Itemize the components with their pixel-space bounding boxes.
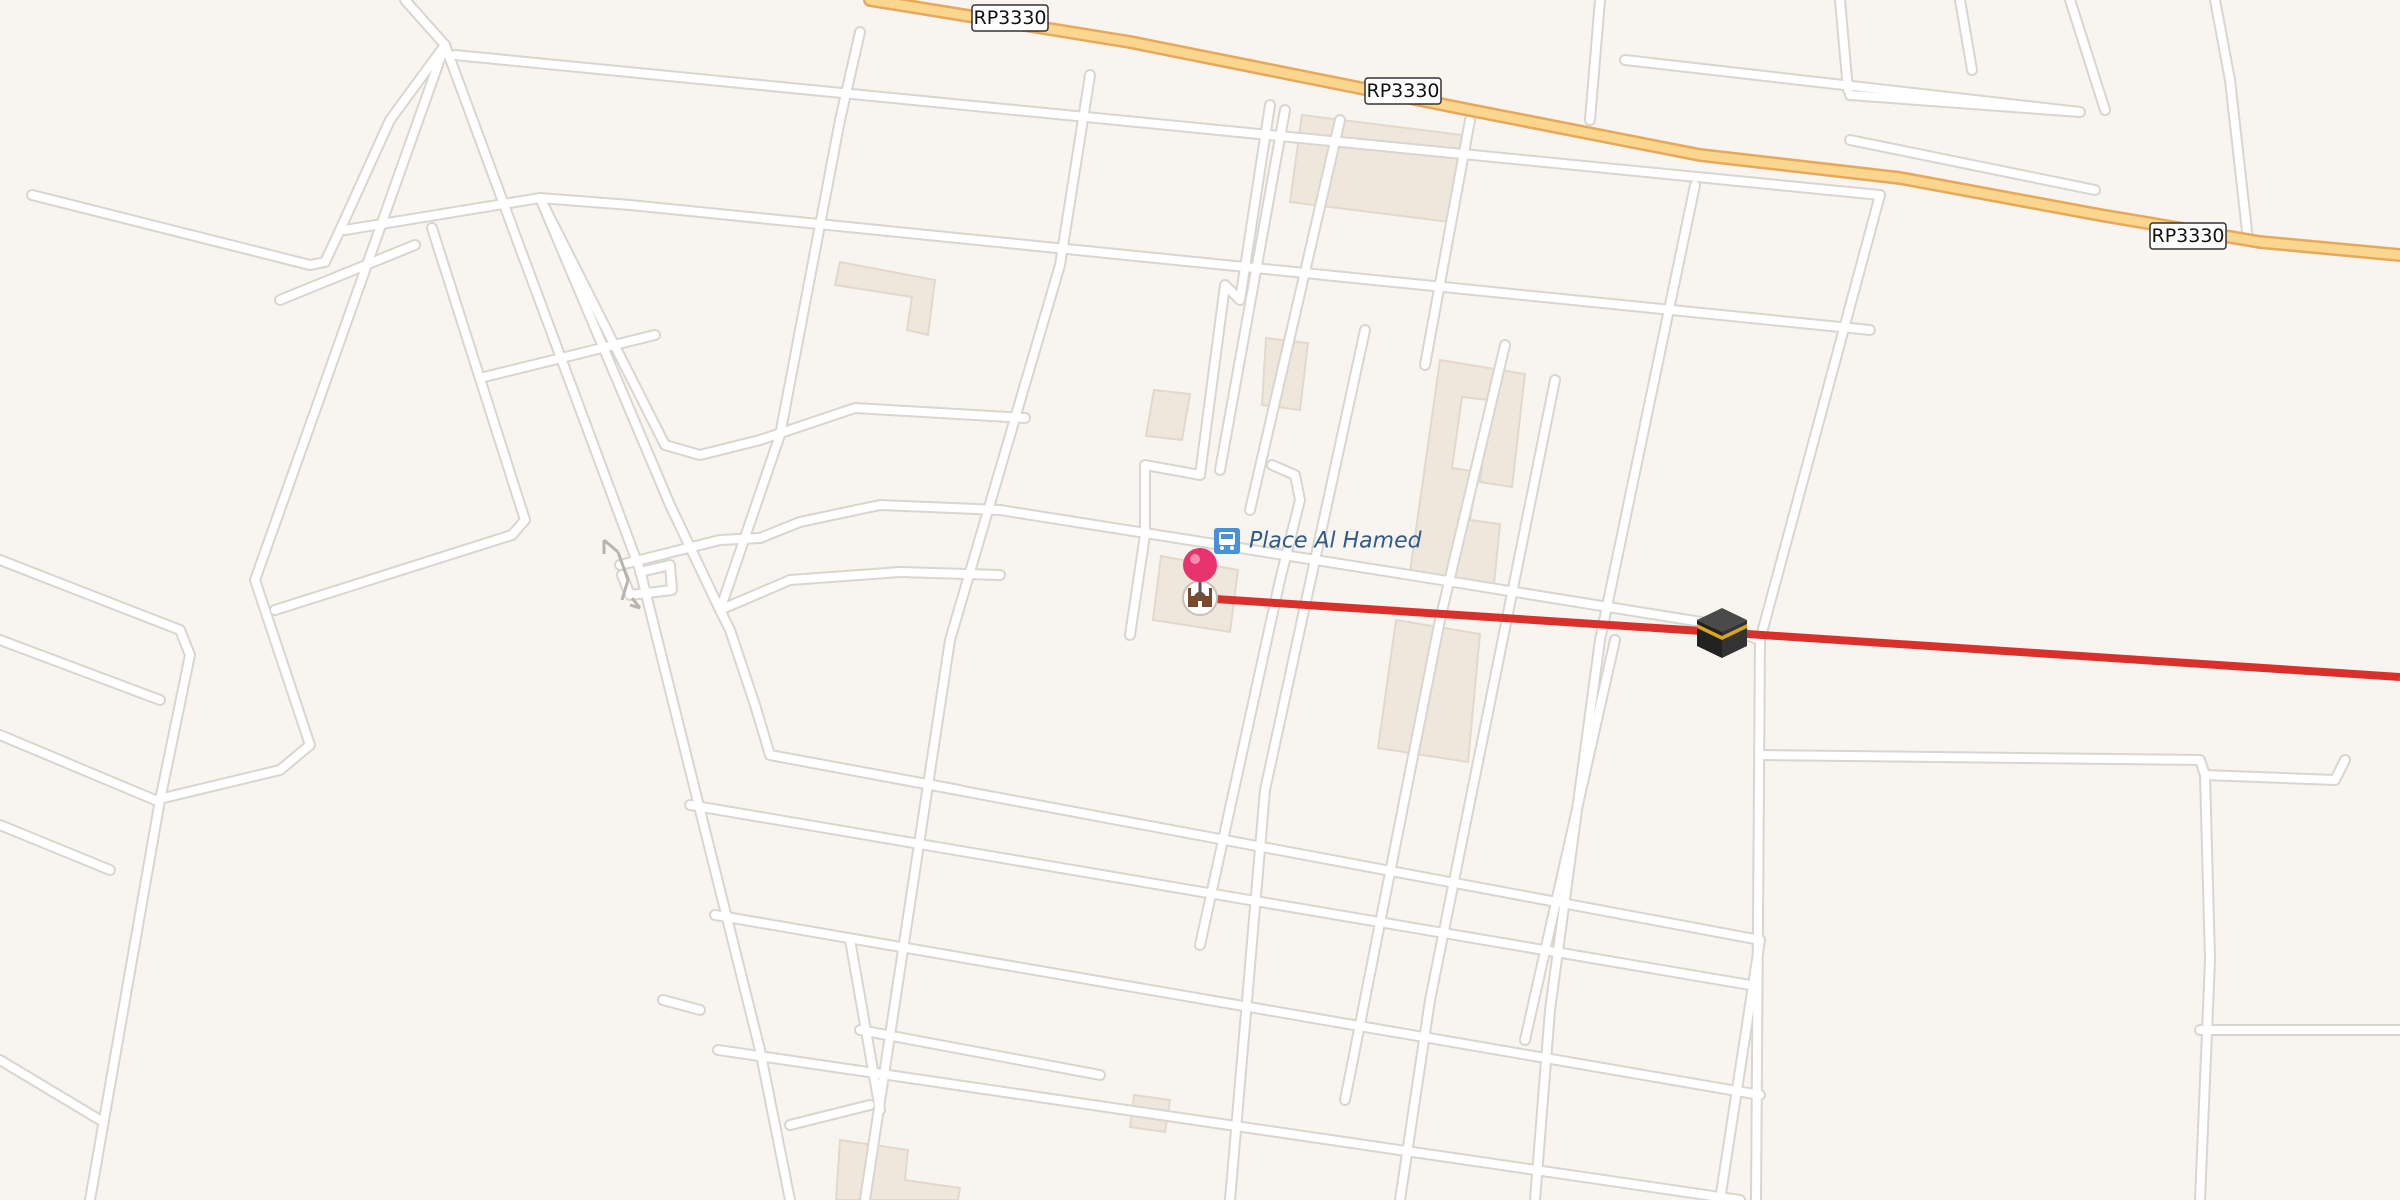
bus-stop-label: Place Al Hamed — [1249, 529, 1423, 554]
map-canvas[interactable]: RP3330 RP3330 RP3330 Place Al Hamed — [0, 0, 2400, 1200]
svg-text:RP3330: RP3330 — [973, 7, 1046, 29]
bus-stop-icon — [1214, 528, 1240, 554]
road-shield: RP3330 — [971, 4, 1049, 32]
road-shield: RP3330 — [1364, 77, 1442, 105]
svg-text:RP3330: RP3330 — [1366, 80, 1439, 102]
road-shield: RP3330 — [2149, 222, 2227, 250]
building — [1144, 388, 1192, 442]
svg-text:RP3330: RP3330 — [2151, 225, 2224, 247]
